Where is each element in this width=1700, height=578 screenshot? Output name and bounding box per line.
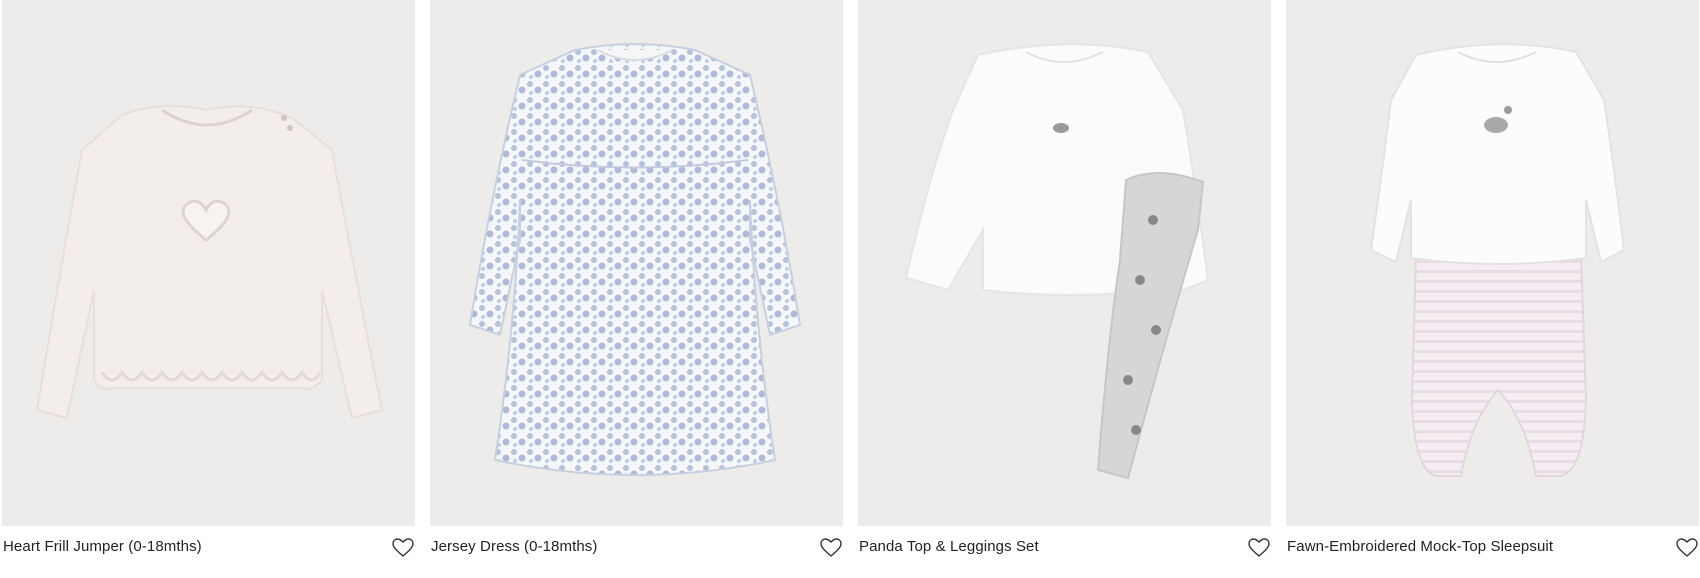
product-card: Fawn-Embroidered Mock-Top Sleepsuit [1286, 0, 1699, 578]
product-image[interactable] [1286, 0, 1699, 526]
product-title[interactable]: Heart Frill Jumper (0-18mths) [3, 538, 202, 555]
product-grid: Heart Frill Jumper (0-18mths) Jersey Dre… [0, 0, 1700, 578]
product-title[interactable]: Jersey Dress (0-18mths) [431, 538, 598, 555]
wishlist-heart-icon[interactable] [819, 536, 843, 560]
product-image[interactable] [430, 0, 843, 526]
product-card: Heart Frill Jumper (0-18mths) [2, 0, 415, 578]
product-title[interactable]: Panda Top & Leggings Set [859, 538, 1039, 555]
wishlist-heart-icon[interactable] [391, 536, 415, 560]
product-card: Panda Top & Leggings Set [858, 0, 1271, 578]
product-image[interactable] [858, 0, 1271, 526]
jersey-dress-image [468, 43, 802, 476]
heart-frill-jumper-image [35, 105, 384, 420]
fawn-sleepsuit-image [1369, 43, 1626, 477]
product-card: Jersey Dress (0-18mths) [430, 0, 843, 578]
panda-top-leggings-image [904, 43, 1210, 480]
product-image[interactable] [2, 0, 415, 526]
product-title[interactable]: Fawn-Embroidered Mock-Top Sleepsuit [1287, 538, 1553, 555]
wishlist-heart-icon[interactable] [1247, 536, 1271, 560]
wishlist-heart-icon[interactable] [1675, 536, 1699, 560]
